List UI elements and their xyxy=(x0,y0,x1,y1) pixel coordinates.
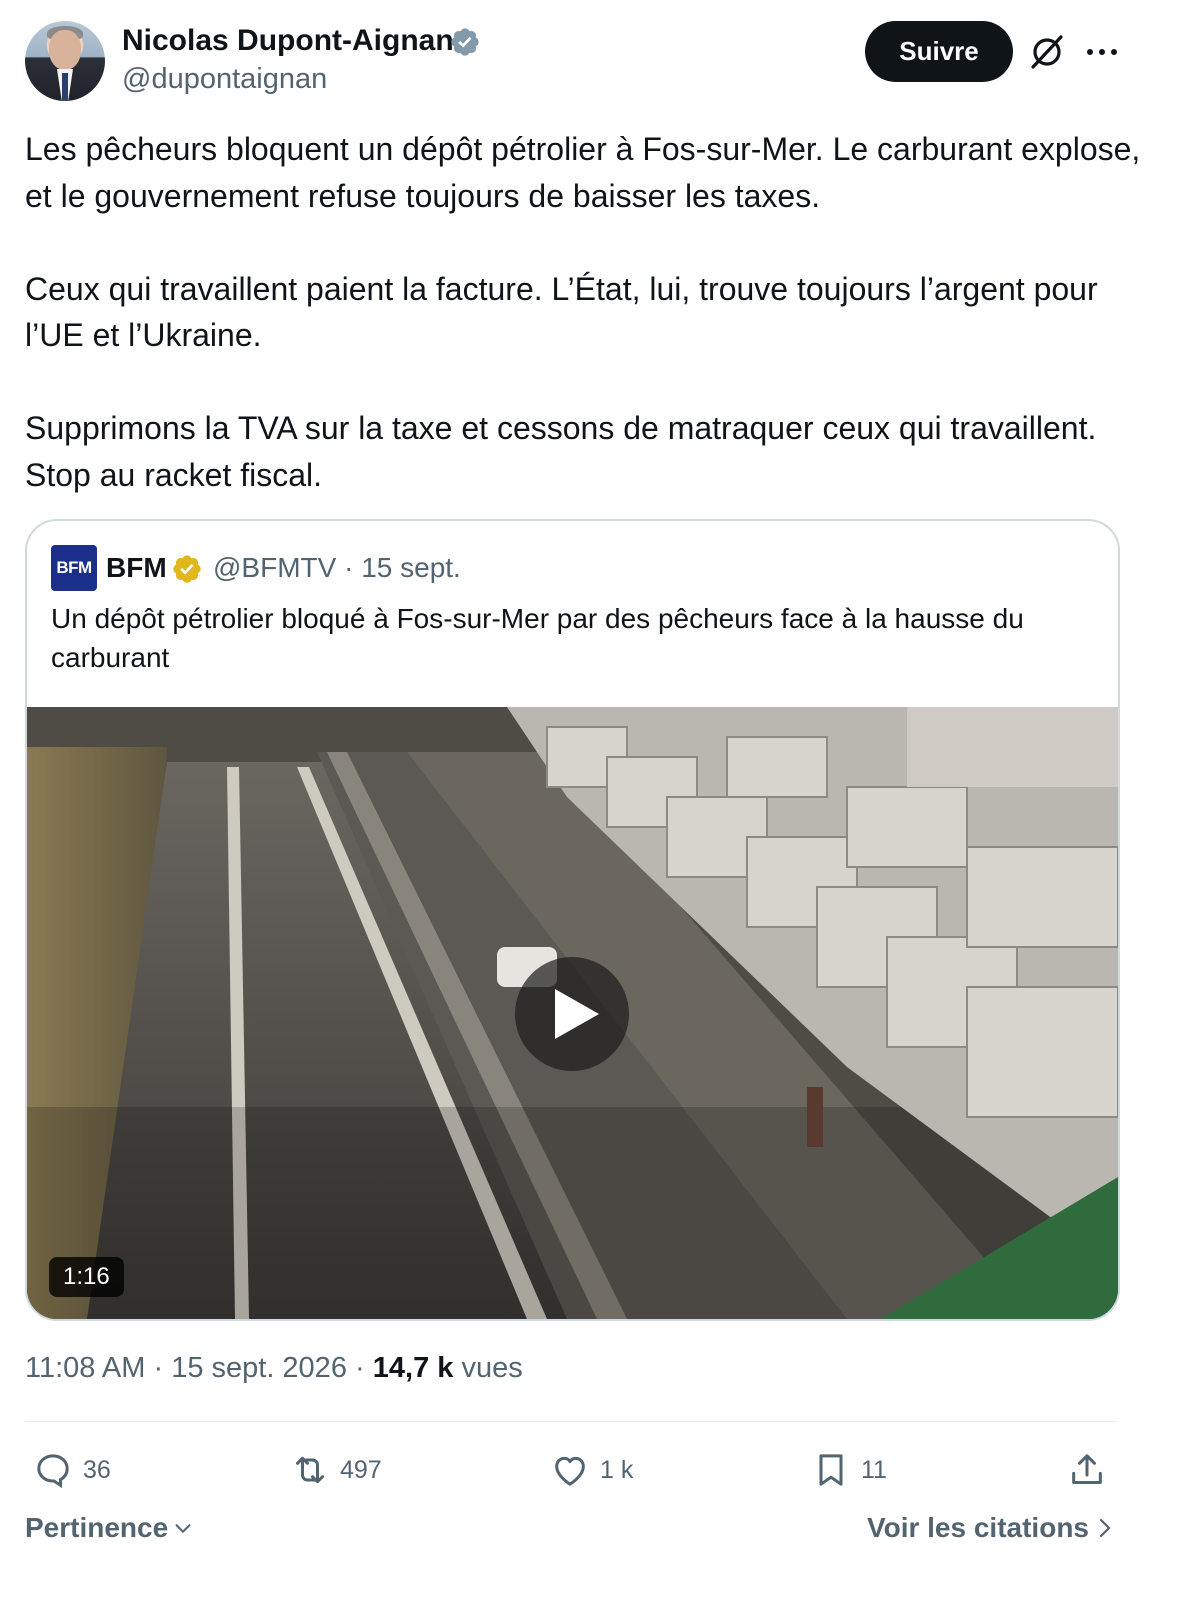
grok-icon[interactable] xyxy=(1029,34,1065,70)
repost-icon xyxy=(296,1456,324,1484)
quoted-tweet-text: Un dépôt pétrolier bloqué à Fos-sur-Mer … xyxy=(51,603,1024,673)
separator: · xyxy=(344,552,354,583)
views-count: 14,7 k xyxy=(372,1352,454,1384)
separator: · xyxy=(355,1352,365,1384)
bookmark-icon xyxy=(819,1454,843,1486)
tweet-paragraph: Supprimons la TVA sur la taxe et cessons… xyxy=(25,410,1097,493)
replies-footer: Pertinence Voir les citations xyxy=(25,1508,1117,1552)
chevron-down-icon xyxy=(175,1524,191,1534)
bookmark-button[interactable]: 11 xyxy=(811,1448,887,1492)
reply-icon xyxy=(37,1454,69,1489)
follow-button[interactable]: Suivre xyxy=(865,21,1013,82)
action-bar: 36 497 1 k 11 xyxy=(25,1448,1117,1492)
quoted-author-handle[interactable]: @BFMTV xyxy=(213,552,336,583)
separator: · xyxy=(153,1352,164,1384)
tweet-text: Les pêcheurs bloquent un dépôt pétrolier… xyxy=(25,126,1165,545)
divider xyxy=(25,1421,1117,1422)
share-icon xyxy=(1072,1454,1102,1484)
more-icon[interactable] xyxy=(1085,42,1119,62)
repost-button[interactable]: 497 xyxy=(290,1448,382,1492)
tweet-time[interactable]: 11:08 AM xyxy=(25,1352,145,1384)
quoted-author-name[interactable]: BFM xyxy=(106,552,167,584)
author-handle[interactable]: @dupontaignan xyxy=(122,63,327,96)
video-player[interactable]: 1:16 xyxy=(27,707,1118,1319)
video-duration: 1:16 xyxy=(49,1257,124,1297)
view-quotes-link[interactable]: Voir les citations xyxy=(867,1512,1115,1544)
quoted-tweet-card[interactable]: BFM BFM @BFMTV · 15 sept. Un dépôt pétro… xyxy=(25,519,1120,1321)
heart-icon xyxy=(555,1456,585,1486)
verified-badge-icon xyxy=(451,28,479,56)
views-label: vues xyxy=(461,1352,523,1384)
share-button[interactable] xyxy=(1067,1448,1117,1492)
sort-label: Pertinence xyxy=(25,1512,169,1543)
sort-dropdown[interactable]: Pertinence xyxy=(25,1512,194,1544)
tweet-meta: 11:08 AM · 15 sept. 2026 · 14,7 k vues xyxy=(25,1352,523,1385)
play-icon xyxy=(555,989,599,1039)
tweet-header: Nicolas Dupont-Aignan @dupontaignan Suiv… xyxy=(25,20,1165,104)
avatar-face xyxy=(49,30,81,70)
view-quotes-label: Voir les citations xyxy=(867,1512,1089,1543)
tweet-paragraph: Ceux qui travaillent paient la facture. … xyxy=(25,270,1098,354)
reply-button[interactable]: 36 xyxy=(33,1448,111,1492)
chevron-right-icon xyxy=(1099,1518,1111,1538)
repost-count: 497 xyxy=(340,1455,382,1484)
play-button[interactable] xyxy=(515,957,629,1071)
bfm-logo[interactable]: BFM xyxy=(51,545,97,591)
like-count: 1 k xyxy=(600,1455,634,1484)
avatar-tie xyxy=(62,73,68,101)
quoted-tweet-date[interactable]: 15 sept. xyxy=(361,552,461,583)
quoted-tweet-header: BFM BFM @BFMTV · 15 sept. xyxy=(51,545,1091,593)
gold-verified-badge-icon xyxy=(173,555,201,583)
quoted-author-meta: @BFMTV · 15 sept. xyxy=(213,552,461,584)
author-avatar[interactable] xyxy=(25,21,105,101)
reply-count: 36 xyxy=(83,1455,111,1484)
like-button[interactable]: 1 k xyxy=(550,1448,633,1492)
bookmark-count: 11 xyxy=(861,1455,887,1484)
author-name[interactable]: Nicolas Dupont-Aignan xyxy=(122,24,454,58)
tweet-paragraph: Les pêcheurs bloquent un dépôt pétrolier… xyxy=(25,131,1141,214)
tweet-date[interactable]: 15 sept. 2026 xyxy=(171,1352,347,1384)
